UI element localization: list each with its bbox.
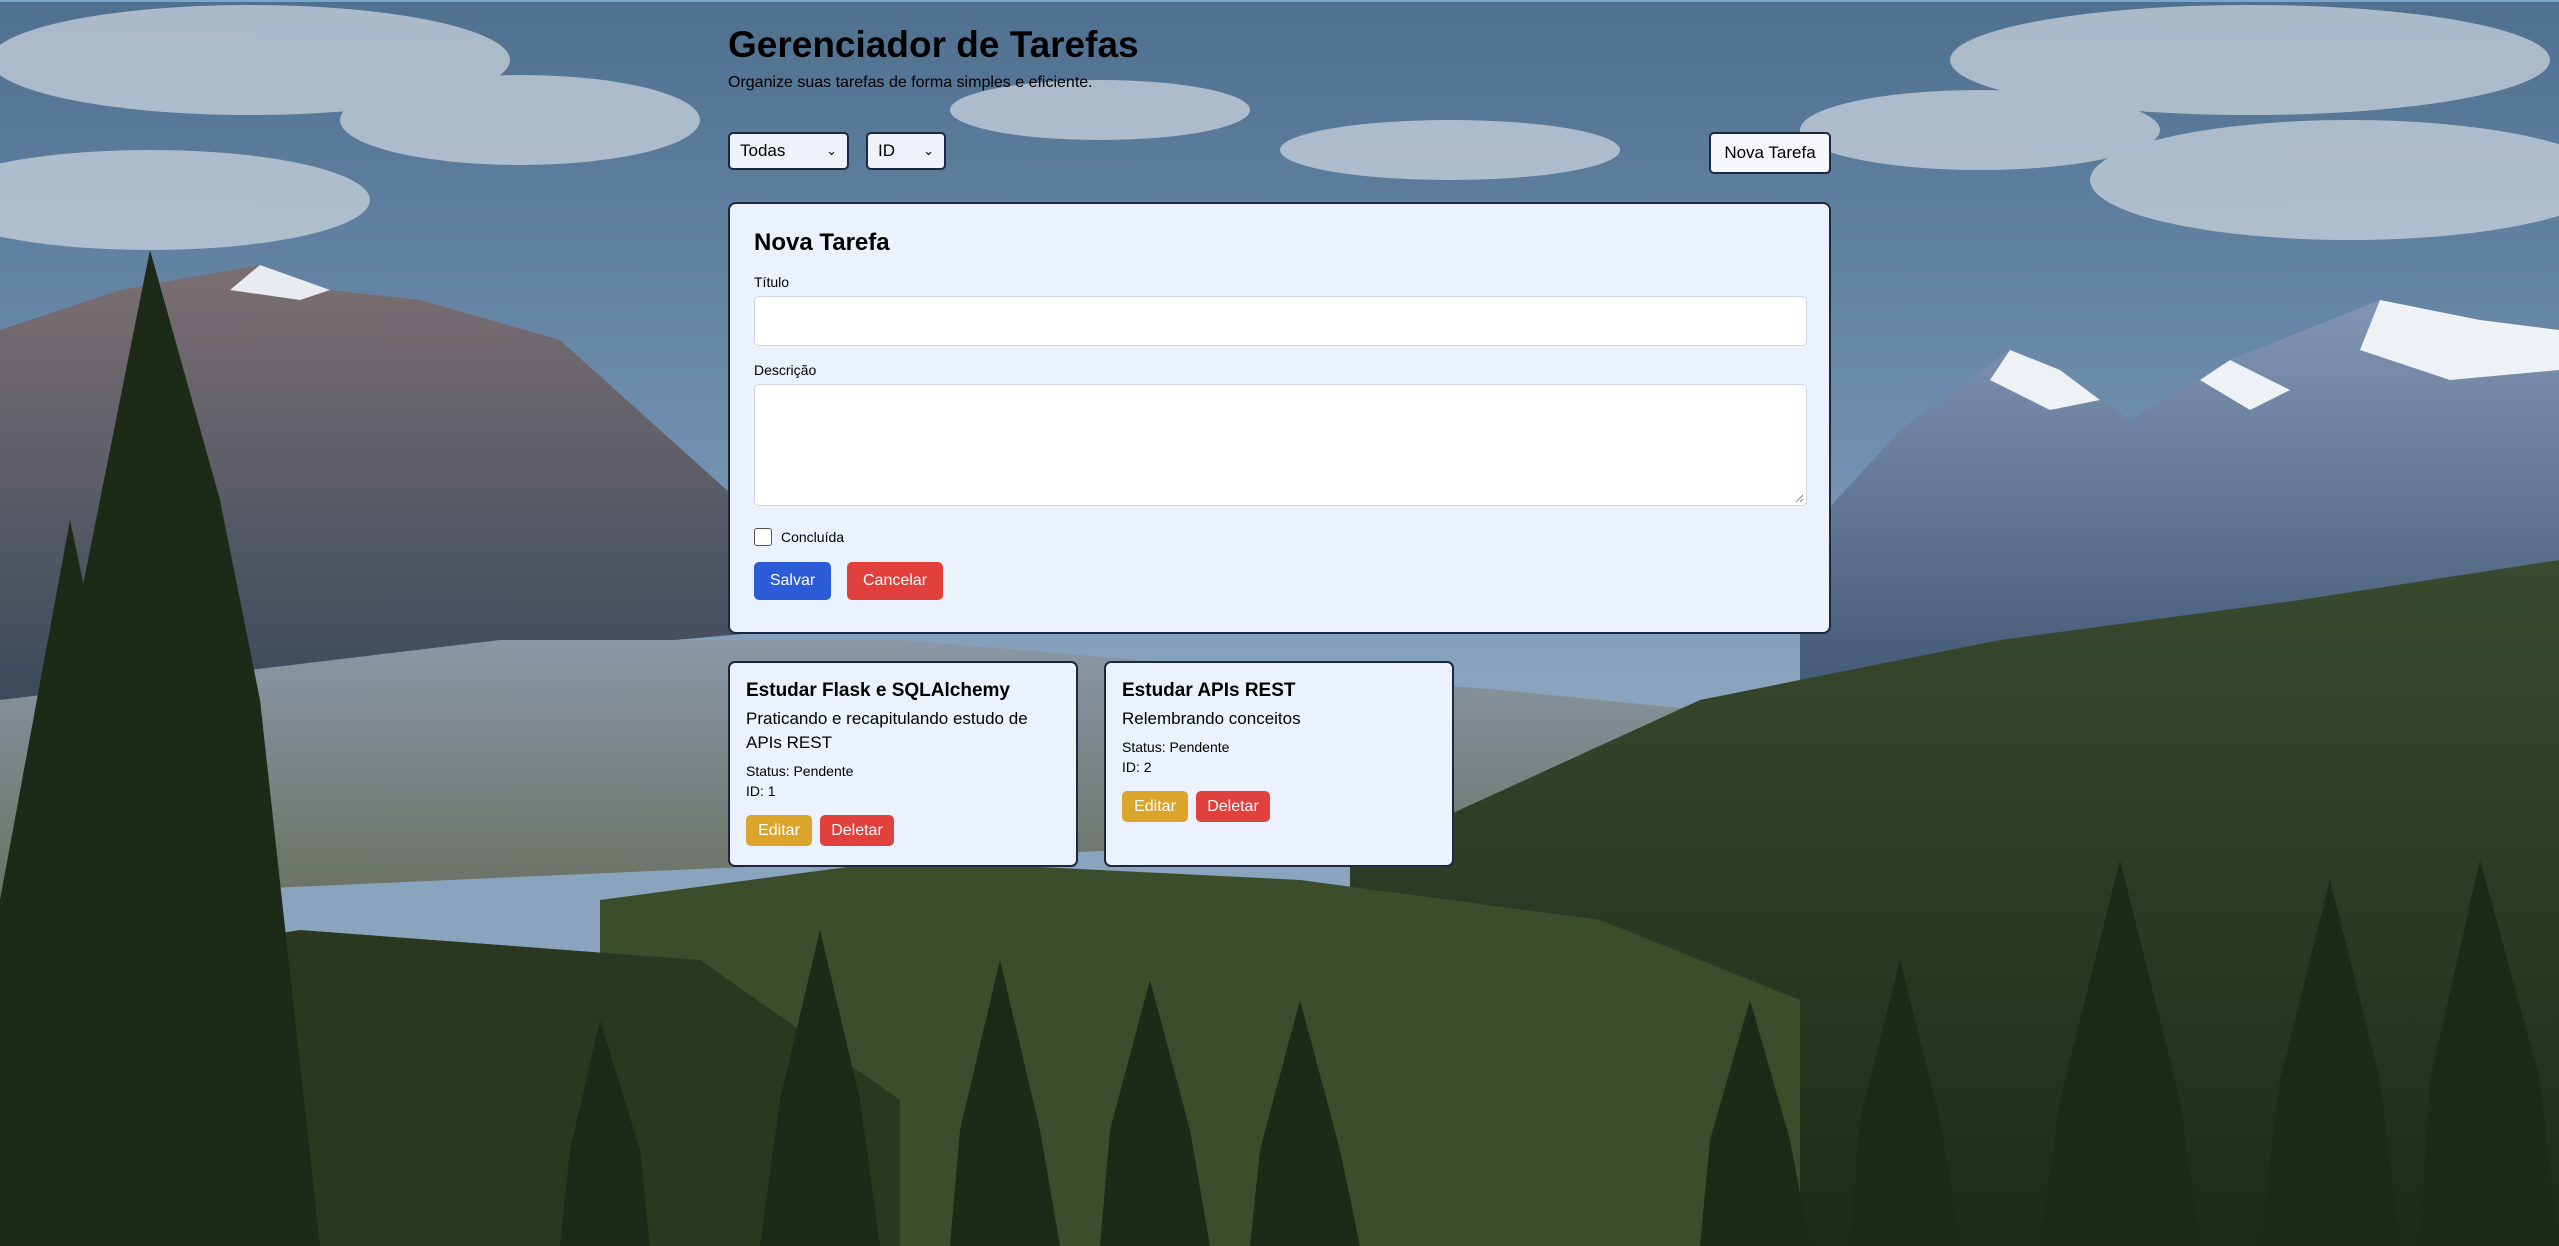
form-title: Nova Tarefa xyxy=(754,229,890,256)
app-container: Gerenciador de Tarefas Organize suas tar… xyxy=(728,22,1831,867)
delete-task-button[interactable]: Deletar xyxy=(820,815,894,846)
window-top-border xyxy=(0,0,2559,2)
task-status: Status: Pendente xyxy=(746,763,854,779)
chevron-down-icon: ⌄ xyxy=(826,143,837,158)
page-title: Gerenciador de Tarefas xyxy=(728,24,1139,65)
task-id: ID: 1 xyxy=(746,783,776,799)
edit-task-button[interactable]: Editar xyxy=(746,815,812,846)
task-list: Estudar Flask e SQLAlchemy Praticando e … xyxy=(728,661,1831,867)
task-actions: Editar Deletar xyxy=(1122,791,1436,822)
chevron-down-icon: ⌄ xyxy=(923,143,934,158)
resize-handle-icon[interactable] xyxy=(1794,493,1804,503)
edit-task-button[interactable]: Editar xyxy=(1122,791,1188,822)
task-description: Relembrando conceitos xyxy=(1122,709,1301,728)
save-button[interactable]: Salvar xyxy=(754,562,831,600)
completed-label: Concluída xyxy=(781,529,845,545)
task-id: ID: 2 xyxy=(1122,759,1152,775)
task-title: Estudar Flask e SQLAlchemy xyxy=(746,680,1010,701)
sort-value: ID xyxy=(878,141,895,160)
description-field-label: Descrição xyxy=(754,362,817,378)
completed-checkbox[interactable] xyxy=(754,528,772,546)
status-filter-select[interactable]: Todas ⌄ xyxy=(728,132,849,170)
task-form: Nova Tarefa Título Descrição Concluída S… xyxy=(728,202,1831,634)
task-title: Estudar APIs REST xyxy=(1122,680,1296,701)
delete-task-button[interactable]: Deletar xyxy=(1196,791,1270,822)
task-card: Estudar Flask e SQLAlchemy Praticando e … xyxy=(728,661,1078,867)
toolbar: Todas ⌄ ID ⌄ Nova Tarefa xyxy=(728,132,1831,174)
task-status: Status: Pendente xyxy=(1122,739,1230,755)
title-field-label: Título xyxy=(754,274,790,290)
task-actions: Editar Deletar xyxy=(746,815,1060,846)
new-task-button[interactable]: Nova Tarefa xyxy=(1709,132,1831,174)
task-description: Praticando e recapitulando estudo de API… xyxy=(746,709,1028,752)
title-input[interactable] xyxy=(754,296,1807,346)
sort-select[interactable]: ID ⌄ xyxy=(866,132,946,170)
task-card: Estudar APIs REST Relembrando conceitos … xyxy=(1104,661,1454,867)
status-filter-value: Todas xyxy=(740,141,786,160)
completed-row: Concluída xyxy=(754,528,1805,546)
form-actions: Salvar Cancelar xyxy=(754,562,1805,600)
page-subtitle: Organize suas tarefas de forma simples e… xyxy=(728,74,1093,91)
cancel-button[interactable]: Cancelar xyxy=(847,562,943,600)
description-textarea[interactable] xyxy=(754,384,1807,506)
